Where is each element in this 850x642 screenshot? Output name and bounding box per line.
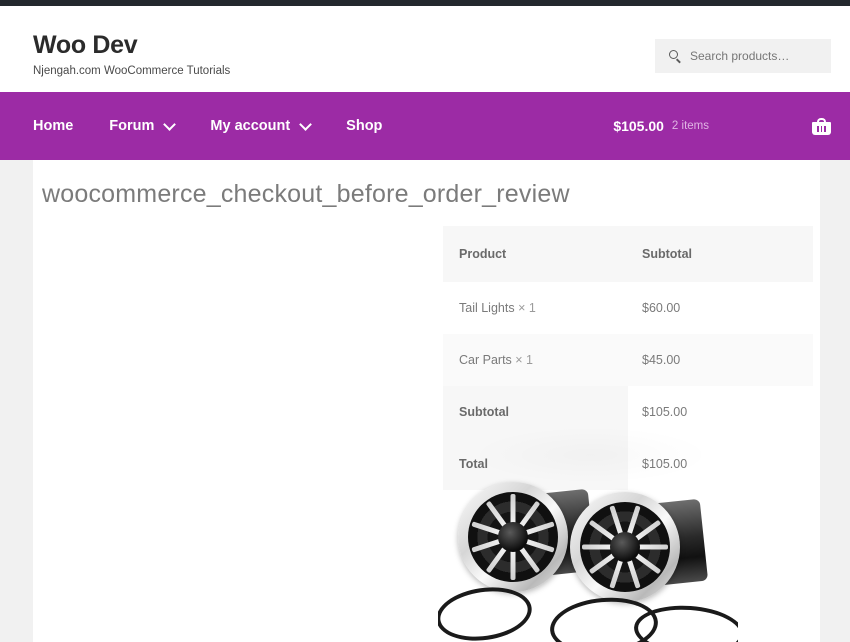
column-header-subtotal: Subtotal	[628, 226, 813, 282]
cart-item-name-cell: Car Parts × 1	[443, 334, 628, 386]
cart-item-quantity: × 1	[515, 353, 534, 367]
nav-item-forum[interactable]: Forum	[109, 117, 177, 134]
cart-item-name: Tail Lights	[459, 301, 515, 315]
table-header-row: Product Subtotal	[443, 226, 813, 282]
primary-navigation: Home Forum My account Shop $105.00 2 ite…	[0, 92, 850, 160]
speaker-right-cone	[580, 502, 670, 592]
site-description: Njengah.com WooCommerce Tutorials	[33, 65, 231, 77]
image-haze	[468, 426, 713, 484]
cart-item-subtotal: $45.00	[628, 334, 813, 386]
order-table-head: Product Subtotal	[443, 226, 813, 282]
search-icon	[669, 49, 682, 63]
nav-item-shop[interactable]: Shop	[346, 118, 382, 134]
column-header-product: Product	[443, 226, 628, 282]
cart-item-quantity: × 1	[518, 301, 536, 315]
table-row: Tail Lights × 1 $60.00	[443, 282, 813, 334]
cart-total-amount: $105.00	[613, 118, 664, 134]
page-title: woocommerce_checkout_before_order_review	[42, 180, 570, 208]
page-wrapper: woocommerce_checkout_before_order_review…	[0, 160, 850, 642]
nav-item-label: My account	[210, 118, 291, 134]
nav-item-label: Home	[33, 118, 74, 134]
nav-item-label: Shop	[346, 118, 383, 134]
cart-item-name-cell: Tail Lights × 1	[443, 282, 628, 334]
shopping-basket-icon[interactable]	[812, 117, 831, 135]
product-image	[438, 420, 738, 642]
content-area: woocommerce_checkout_before_order_review…	[33, 160, 820, 642]
order-table-body: Tail Lights × 1 $60.00 Car Parts × 1 $45…	[443, 282, 813, 386]
product-search-form[interactable]	[655, 39, 831, 73]
cart-item-count: 2 items	[671, 120, 709, 132]
nav-item-home[interactable]: Home	[33, 118, 73, 134]
cart-summary[interactable]: $105.00 2 items	[613, 92, 831, 160]
site-header: Woo Dev Njengah.com WooCommerce Tutorial…	[0, 6, 850, 92]
cart-item-subtotal: $60.00	[642, 301, 681, 315]
site-title[interactable]: Woo Dev	[33, 30, 230, 60]
chevron-down-icon[interactable]	[163, 117, 177, 131]
site-branding[interactable]: Woo Dev Njengah.com WooCommerce Tutorial…	[33, 30, 230, 78]
table-row: Car Parts × 1 $45.00	[443, 334, 813, 386]
nav-menu: Home Forum My account Shop	[33, 117, 382, 134]
nav-item-label: Forum	[109, 118, 155, 134]
chevron-down-icon[interactable]	[299, 117, 313, 131]
search-input[interactable]	[690, 49, 825, 63]
cart-item-name: Car Parts	[459, 353, 512, 367]
nav-item-my-account[interactable]: My account	[210, 117, 313, 134]
speaker-left-cone	[468, 492, 558, 582]
